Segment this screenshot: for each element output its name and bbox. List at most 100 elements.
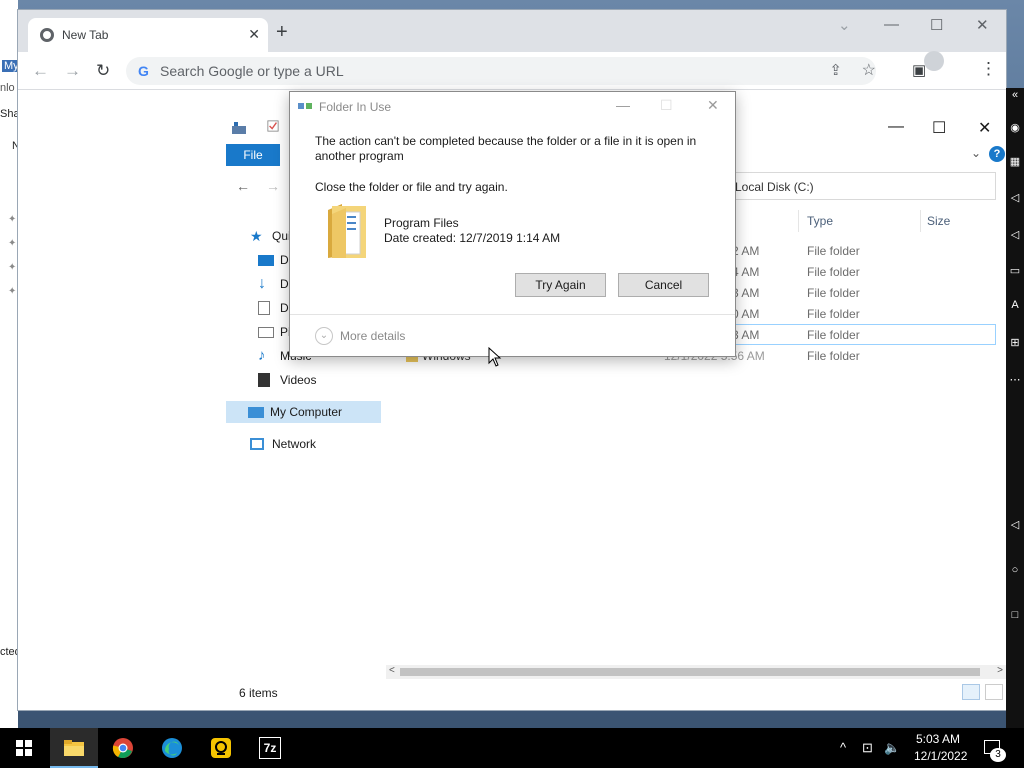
address-bar[interactable]: Local Disk (C:): [724, 172, 996, 200]
horizontal-scrollbar[interactable]: < >: [386, 665, 1006, 679]
row-type: File folder: [807, 265, 860, 279]
ribbon-expand-icon[interactable]: ⌄: [971, 146, 981, 160]
back-nav-icon[interactable]: ◁: [1008, 518, 1022, 532]
row-type: File folder: [807, 286, 860, 300]
screen-icon[interactable]: ▭: [1008, 264, 1022, 278]
details-view-icon[interactable]: [962, 684, 980, 700]
dialog-close-button[interactable]: ✕: [707, 97, 719, 114]
taskbar-clock-time[interactable]: 5:03 AM: [916, 732, 960, 746]
tree-item-videos[interactable]: Videos: [258, 370, 316, 390]
reload-icon[interactable]: ↻: [96, 61, 110, 81]
explorer-maximize-button[interactable]: ☐: [932, 118, 946, 138]
chrome-minimize-button[interactable]: —: [884, 16, 899, 33]
taskbar-file-explorer[interactable]: [50, 728, 98, 768]
try-again-button[interactable]: Try Again: [515, 273, 606, 297]
row-date: 3 AM: [732, 286, 760, 300]
dialog-title-bar[interactable]: Folder In Use — ☐ ✕: [290, 92, 735, 120]
file-ribbon-tab[interactable]: File: [226, 144, 280, 166]
edge-icon: [162, 738, 182, 758]
tray-network-icon[interactable]: ⊡: [862, 740, 873, 756]
videos-icon: [258, 373, 270, 387]
tree-item-label: Network: [272, 437, 317, 451]
taskbar-7zip[interactable]: 7z: [246, 728, 294, 768]
volume-icon[interactable]: ◁: [1008, 191, 1022, 205]
desktop-fragment: nlo: [0, 82, 15, 94]
taskbar-chrome[interactable]: [99, 728, 147, 768]
explorer-forward-icon[interactable]: →: [266, 178, 280, 194]
more-icon[interactable]: ⋯: [1008, 373, 1022, 387]
pin-icon: ✦: [8, 286, 17, 297]
text-icon[interactable]: A: [1008, 298, 1022, 312]
quick-access-checklist-icon[interactable]: [266, 120, 280, 132]
toolbar-tool-icon[interactable]: ◉: [1008, 121, 1022, 135]
forward-icon[interactable]: →: [64, 61, 81, 81]
chrome-close-button[interactable]: ✕: [976, 16, 989, 34]
row-date: 3 AM: [732, 328, 760, 342]
scrollbar-thumb[interactable]: [400, 668, 980, 676]
column-separator: [798, 210, 799, 232]
bookmark-star-icon[interactable]: ☆: [862, 60, 876, 80]
taskbar: 7z ^ ⊡ 🔈: [0, 728, 1024, 768]
chrome-tab-icon: [40, 28, 54, 42]
home-nav-icon[interactable]: ○: [1008, 563, 1022, 577]
dialog-instruction: Close the folder or file and try again.: [315, 180, 508, 194]
tab-close-icon[interactable]: ✕: [248, 26, 260, 43]
tab-new-tab[interactable]: New Tab ✕: [28, 18, 268, 52]
chrome-maximize-button[interactable]: ☐: [930, 16, 943, 34]
taskbar-clock-date[interactable]: 12/1/2022: [914, 749, 967, 763]
tree-item-label: My Computer: [270, 405, 343, 419]
sevenzip-icon: 7z: [259, 737, 281, 759]
quick-access-properties-icon[interactable]: [232, 122, 246, 134]
explorer-back-icon[interactable]: ←: [236, 178, 250, 194]
keyboard-icon[interactable]: ▦: [1008, 155, 1022, 169]
profile-avatar-icon[interactable]: [924, 51, 944, 71]
dialog-message: The action can't be completed because th…: [315, 134, 697, 163]
mouse-cursor-icon: [488, 347, 502, 367]
cancel-button[interactable]: Cancel: [618, 273, 709, 297]
tree-item-quick-access[interactable]: ★ Qui: [250, 226, 291, 246]
large-icons-view-icon[interactable]: [985, 684, 1003, 700]
omnibox[interactable]: G Search Google or type a URL ⇪ ☆: [126, 57, 876, 85]
explorer-close-button[interactable]: ✕: [978, 118, 991, 138]
column-separator: [920, 210, 921, 232]
more-details-link[interactable]: More details: [340, 329, 405, 343]
music-icon: ♪: [258, 347, 266, 364]
collapse-toolbar-icon[interactable]: «: [1008, 88, 1022, 102]
download-icon: ↓: [258, 275, 266, 292]
explorer-minimize-button[interactable]: —: [888, 118, 904, 136]
row-type: File folder: [807, 307, 860, 321]
new-tab-button[interactable]: +: [276, 22, 288, 42]
share-icon[interactable]: ⇪: [829, 61, 842, 79]
remote-side-toolbar: « ◉ ▦ ◁ ◁ ▭ A ⊞ ⋯ ◁ ○ □: [1006, 88, 1024, 728]
column-header-size[interactable]: Size: [927, 214, 950, 228]
expand-details-icon[interactable]: ⌄: [315, 327, 333, 345]
add-icon[interactable]: ⊞: [1008, 336, 1022, 350]
scroll-left-icon[interactable]: <: [389, 665, 395, 676]
tray-volume-icon[interactable]: 🔈: [884, 740, 900, 756]
folder-icon: [64, 740, 84, 756]
chrome-menu-icon[interactable]: ⋮: [980, 59, 997, 79]
file-operation-icon: [298, 103, 312, 109]
tree-item-my-computer[interactable]: My Computer: [226, 401, 381, 423]
row-type: File folder: [807, 349, 860, 363]
tree-item-label: Qui: [272, 229, 291, 243]
start-button[interactable]: [0, 728, 48, 768]
tree-item-pictures[interactable]: Pi: [258, 322, 291, 342]
help-icon[interactable]: ?: [989, 146, 1005, 162]
scroll-right-icon[interactable]: >: [997, 665, 1003, 676]
volume-down-icon[interactable]: ◁: [1008, 228, 1022, 242]
back-icon[interactable]: ←: [32, 61, 49, 81]
row-date: 0 AM: [732, 307, 760, 321]
tree-item-label: Videos: [280, 373, 317, 387]
column-header-type[interactable]: Type: [807, 214, 833, 228]
dialog-minimize-button[interactable]: —: [616, 97, 630, 113]
tree-item-network[interactable]: Network: [250, 434, 316, 454]
tray-overflow-icon[interactable]: ^: [840, 740, 846, 755]
recents-nav-icon[interactable]: □: [1008, 608, 1022, 622]
tab-search-icon[interactable]: ⌄: [838, 16, 851, 34]
taskbar-remote-tool[interactable]: [197, 728, 245, 768]
taskbar-edge[interactable]: [148, 728, 196, 768]
dialog-file-name: Program Files: [384, 216, 459, 230]
desktop-icon: [258, 254, 274, 266]
row-date: 2 AM: [732, 244, 760, 258]
